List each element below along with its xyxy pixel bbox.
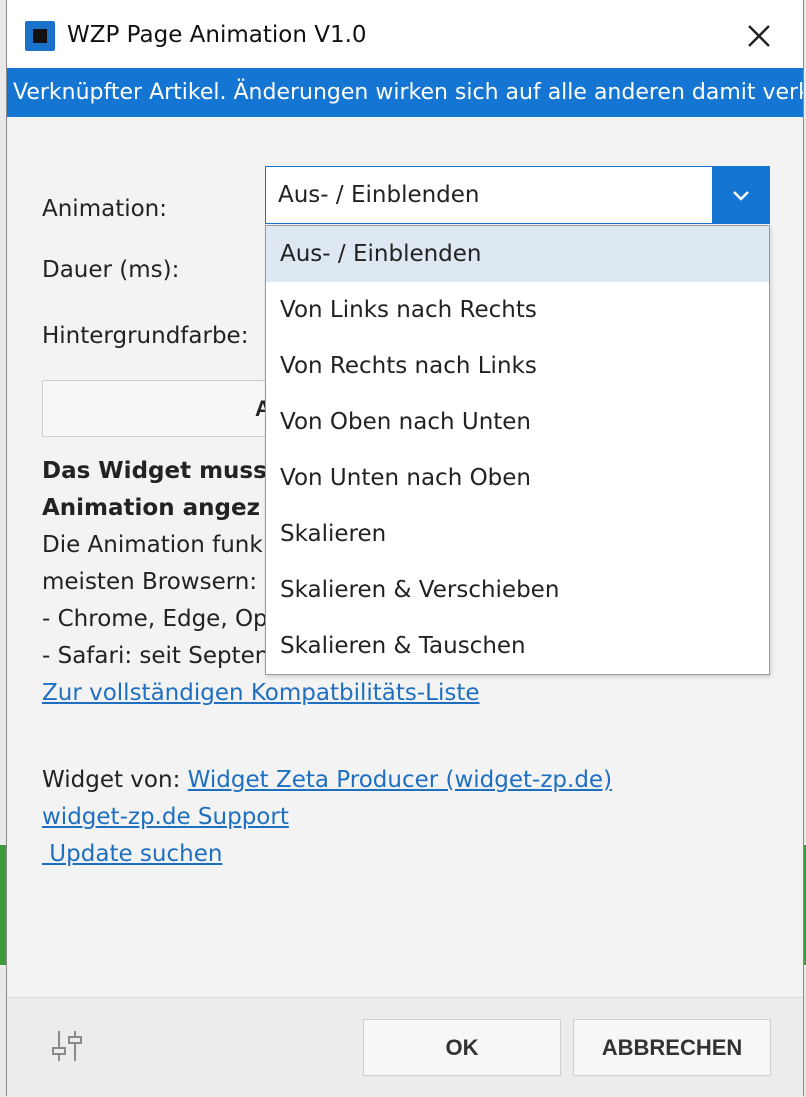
option-right-left[interactable]: Von Rechts nach Links [266, 338, 769, 394]
dialog-window: WZP Page Animation V1.0 Verknüpfter Arti… [6, 0, 804, 1097]
update-link[interactable]: Update suchen [42, 841, 222, 867]
linked-article-banner: Verknüpfter Artikel. Änderungen wirken s… [7, 68, 803, 117]
close-button[interactable] [743, 20, 775, 52]
preview-button[interactable]: A [42, 380, 282, 437]
option-scale[interactable]: Skalieren [266, 506, 769, 562]
option-top-bottom[interactable]: Von Oben nach Unten [266, 394, 769, 450]
option-fade[interactable]: Aus- / Einblenden [266, 226, 769, 282]
option-scale-move[interactable]: Skalieren & Verschieben [266, 562, 769, 618]
window-title: WZP Page Animation V1.0 [67, 22, 367, 48]
option-scale-swap[interactable]: Skalieren & Tauschen [266, 618, 769, 674]
ok-button[interactable]: OK [363, 1019, 561, 1076]
animation-dropdown-list: Aus- / Einblenden Von Links nach Rechts … [265, 225, 770, 675]
support-link[interactable]: widget-zp.de Support [42, 804, 289, 830]
option-left-right[interactable]: Von Links nach Rechts [266, 282, 769, 338]
cancel-button[interactable]: ABBRECHEN [573, 1019, 771, 1076]
widget-producer-link[interactable]: Widget Zeta Producer (widget-zp.de) [188, 767, 612, 793]
settings-sliders-icon[interactable] [49, 1028, 85, 1064]
close-icon [748, 25, 770, 47]
dialog-footer: OK ABBRECHEN [7, 997, 803, 1097]
option-bottom-top[interactable]: Von Unten nach Oben [266, 450, 769, 506]
dropdown-toggle[interactable] [712, 167, 769, 223]
animation-label: Animation: [42, 196, 168, 222]
widget-by-label: Widget von: [42, 767, 188, 793]
duration-label: Dauer (ms): [42, 257, 180, 283]
chevron-down-icon [732, 191, 749, 201]
app-icon [25, 21, 55, 51]
animation-select-value: Aus- / Einblenden [278, 182, 480, 208]
animation-select[interactable]: Aus- / Einblenden [265, 166, 770, 224]
title-bar: WZP Page Animation V1.0 [7, 0, 803, 68]
compat-list-link[interactable]: Zur vollständigen Kompatbilitäts-Liste [42, 680, 480, 706]
bgcolor-label: Hintergrundfarbe: [42, 323, 249, 349]
